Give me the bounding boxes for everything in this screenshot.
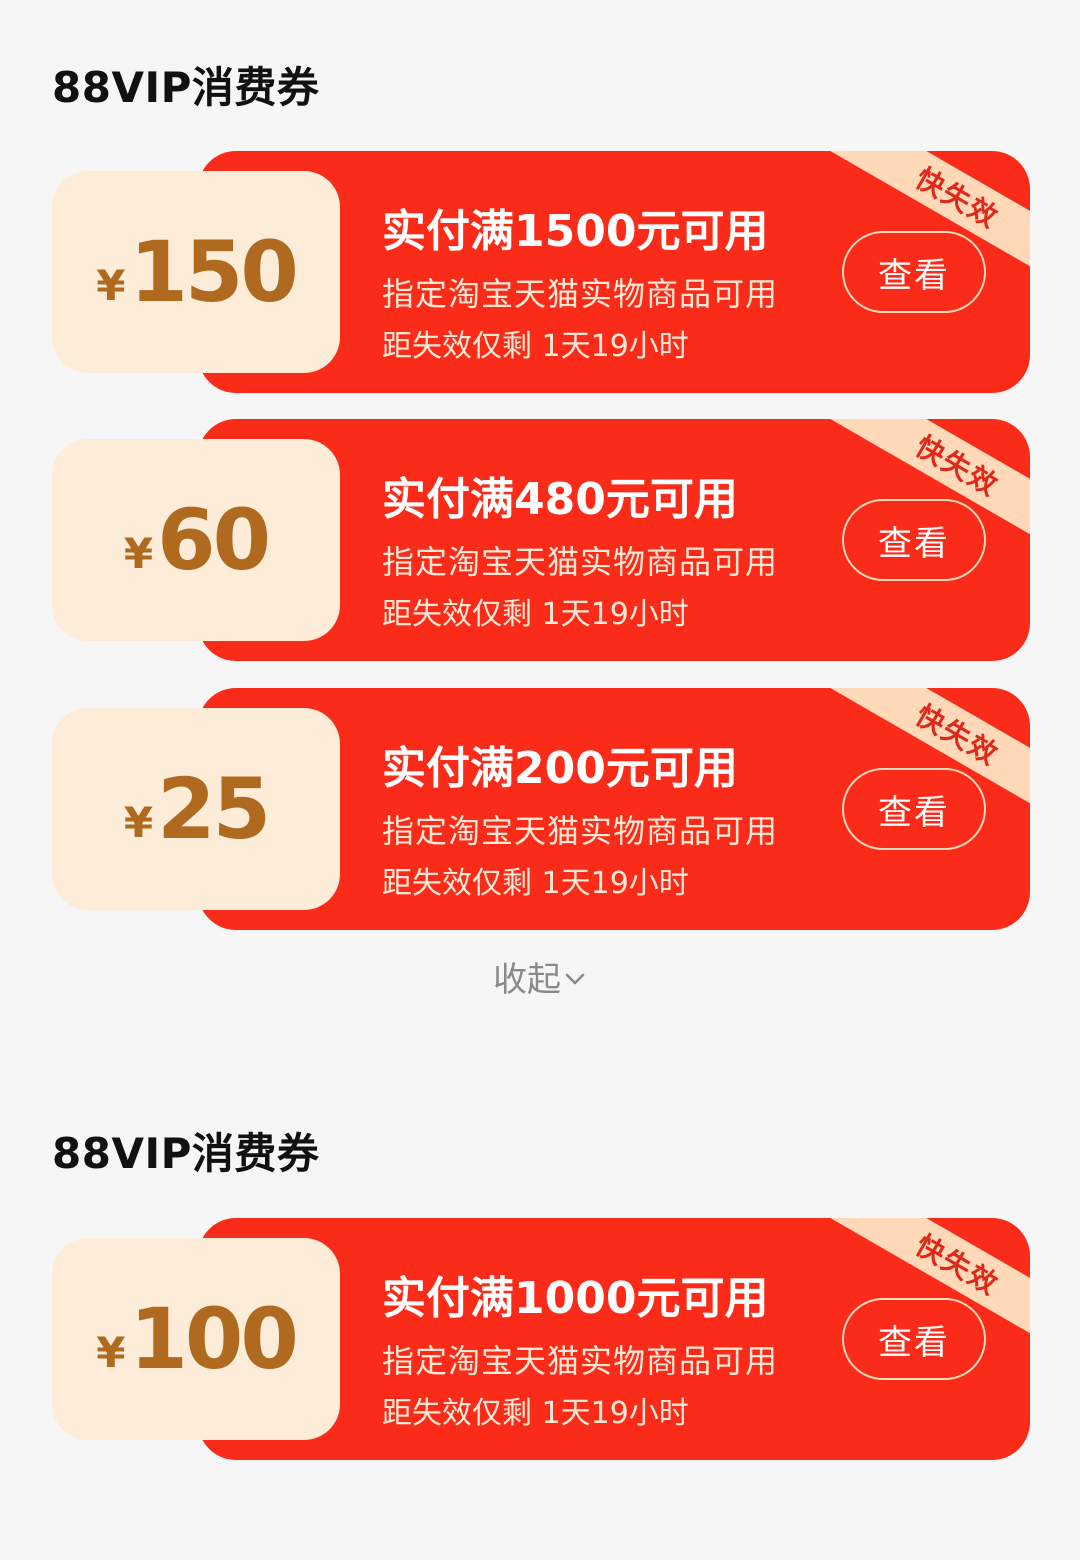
coupon-expire: 距失效仅剩 1天19小时 bbox=[382, 597, 689, 632]
coupon-condition: 实付满1500元可用 bbox=[382, 206, 769, 257]
coupon-scope: 指定淘宝天猫实物商品可用 bbox=[382, 275, 779, 313]
expiring-tag-label: 快失效 bbox=[910, 161, 1005, 236]
section-title-2: 88VIP消费券 bbox=[52, 1129, 320, 1178]
coupon-expire: 距失效仅剩 1天19小时 bbox=[382, 866, 689, 901]
coupon-amount: ¥ 100 bbox=[52, 1238, 340, 1440]
coupon-condition: 实付满480元可用 bbox=[382, 474, 738, 525]
amount-value: 100 bbox=[129, 1290, 298, 1388]
coupon-amount: ¥ 150 bbox=[52, 171, 340, 373]
currency-symbol: ¥ bbox=[96, 1327, 126, 1377]
section-title-1: 88VIP消费券 bbox=[52, 63, 320, 112]
currency-symbol: ¥ bbox=[123, 797, 154, 847]
coupon-expire: 距失效仅剩 1天19小时 bbox=[382, 1396, 689, 1431]
coupon-condition: 实付满1000元可用 bbox=[382, 1273, 769, 1324]
coupon-scope: 指定淘宝天猫实物商品可用 bbox=[382, 543, 779, 581]
expiring-tag-label: 快失效 bbox=[910, 1228, 1005, 1303]
coupon-card[interactable]: 快失效 ¥ 25 实付满200元可用 指定淘宝天猫实物商品可用 距失效仅剩 1天… bbox=[52, 688, 1030, 932]
coupon-scope: 指定淘宝天猫实物商品可用 bbox=[382, 812, 779, 850]
coupon-card[interactable]: 快失效 ¥ 100 实付满1000元可用 指定淘宝天猫实物商品可用 距失效仅剩 … bbox=[52, 1218, 1030, 1462]
view-button[interactable]: 查看 bbox=[842, 499, 986, 581]
coupon-card[interactable]: 快失效 ¥ 60 实付满480元可用 指定淘宝天猫实物商品可用 距失效仅剩 1天… bbox=[52, 419, 1030, 663]
coupon-expire: 距失效仅剩 1天19小时 bbox=[382, 329, 689, 364]
coupon-condition: 实付满200元可用 bbox=[382, 743, 738, 794]
expiring-tag-label: 快失效 bbox=[910, 698, 1005, 773]
view-button[interactable]: 查看 bbox=[842, 768, 986, 850]
view-button[interactable]: 查看 bbox=[842, 231, 986, 313]
currency-symbol: ¥ bbox=[123, 528, 154, 578]
amount-value: 60 bbox=[157, 491, 271, 589]
amount-value: 25 bbox=[157, 760, 271, 858]
chevron-down-icon bbox=[565, 973, 585, 984]
coupon-card[interactable]: 快失效 ¥ 150 实付满1500元可用 指定淘宝天猫实物商品可用 距失效仅剩 … bbox=[52, 151, 1030, 395]
coupon-amount: ¥ 25 bbox=[52, 708, 340, 910]
view-button[interactable]: 查看 bbox=[842, 1298, 986, 1380]
coupon-amount: ¥ 60 bbox=[52, 439, 340, 641]
amount-value: 150 bbox=[129, 223, 298, 321]
collapse-label: 收起 bbox=[493, 960, 561, 1000]
expiring-tag-label: 快失效 bbox=[910, 429, 1005, 504]
collapse-button[interactable]: 收起 bbox=[0, 952, 1080, 1001]
coupon-scope: 指定淘宝天猫实物商品可用 bbox=[382, 1342, 779, 1380]
currency-symbol: ¥ bbox=[96, 260, 126, 310]
